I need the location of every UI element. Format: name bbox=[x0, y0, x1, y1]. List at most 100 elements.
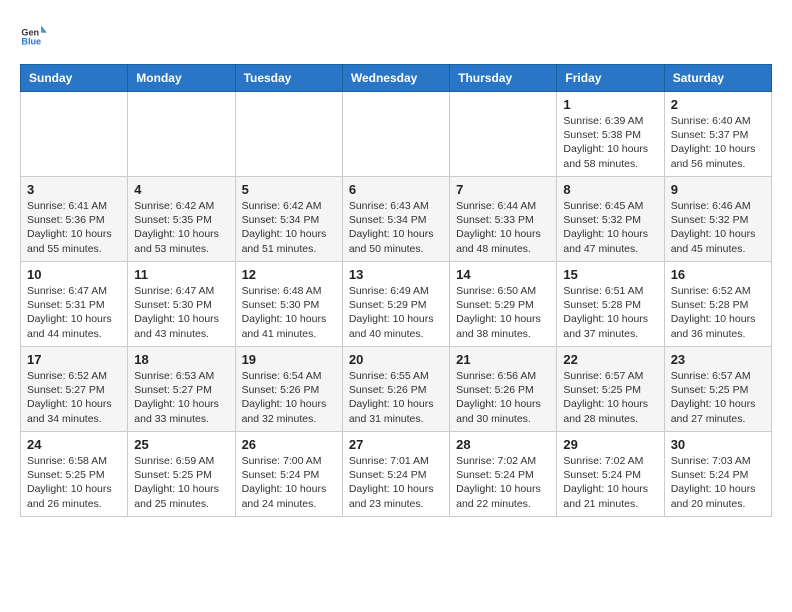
calendar-cell bbox=[235, 92, 342, 177]
day-number: 7 bbox=[456, 182, 550, 197]
day-number: 16 bbox=[671, 267, 765, 282]
day-info: Sunrise: 6:48 AMSunset: 5:30 PMDaylight:… bbox=[242, 284, 336, 341]
day-number: 19 bbox=[242, 352, 336, 367]
calendar-cell: 3 Sunrise: 6:41 AMSunset: 5:36 PMDaylight… bbox=[21, 177, 128, 262]
calendar-cell: 24 Sunrise: 6:58 AMSunset: 5:25 PMDayligh… bbox=[21, 432, 128, 517]
calendar-cell: 22 Sunrise: 6:57 AMSunset: 5:25 PMDayligh… bbox=[557, 347, 664, 432]
calendar-cell: 26 Sunrise: 7:00 AMSunset: 5:24 PMDayligh… bbox=[235, 432, 342, 517]
week-row-3: 10 Sunrise: 6:47 AMSunset: 5:31 PMDayligh… bbox=[21, 262, 772, 347]
calendar-cell bbox=[21, 92, 128, 177]
svg-text:Blue: Blue bbox=[21, 37, 41, 47]
day-number: 20 bbox=[349, 352, 443, 367]
calendar-cell: 12 Sunrise: 6:48 AMSunset: 5:30 PMDayligh… bbox=[235, 262, 342, 347]
day-info: Sunrise: 6:42 AMSunset: 5:34 PMDaylight:… bbox=[242, 199, 336, 256]
day-number: 27 bbox=[349, 437, 443, 452]
calendar-cell: 13 Sunrise: 6:49 AMSunset: 5:29 PMDayligh… bbox=[342, 262, 449, 347]
day-info: Sunrise: 6:47 AMSunset: 5:31 PMDaylight:… bbox=[27, 284, 121, 341]
day-info: Sunrise: 6:54 AMSunset: 5:26 PMDaylight:… bbox=[242, 369, 336, 426]
day-info: Sunrise: 6:58 AMSunset: 5:25 PMDaylight:… bbox=[27, 454, 121, 511]
day-number: 5 bbox=[242, 182, 336, 197]
day-info: Sunrise: 6:56 AMSunset: 5:26 PMDaylight:… bbox=[456, 369, 550, 426]
day-number: 9 bbox=[671, 182, 765, 197]
calendar-cell: 17 Sunrise: 6:52 AMSunset: 5:27 PMDayligh… bbox=[21, 347, 128, 432]
day-info: Sunrise: 6:57 AMSunset: 5:25 PMDaylight:… bbox=[563, 369, 657, 426]
day-number: 13 bbox=[349, 267, 443, 282]
calendar-cell: 25Sunrise: 6:59 AMSunset: 5:25 PMDayligh… bbox=[128, 432, 235, 517]
week-row-2: 3 Sunrise: 6:41 AMSunset: 5:36 PMDaylight… bbox=[21, 177, 772, 262]
calendar-cell: 18Sunrise: 6:53 AMSunset: 5:27 PMDayligh… bbox=[128, 347, 235, 432]
calendar-header: SundayMondayTuesdayWednesdayThursdayFrid… bbox=[21, 65, 772, 92]
day-number: 30 bbox=[671, 437, 765, 452]
calendar-cell: 11 Sunrise: 6:47 AMSunset: 5:30 PMDayligh… bbox=[128, 262, 235, 347]
day-info: Sunrise: 6:41 AMSunset: 5:36 PMDaylight:… bbox=[27, 199, 121, 256]
calendar-cell: 21 Sunrise: 6:56 AMSunset: 5:26 PMDayligh… bbox=[450, 347, 557, 432]
day-info: Sunrise: 6:52 AMSunset: 5:27 PMDaylight:… bbox=[27, 369, 121, 426]
calendar-cell: 27 Sunrise: 7:01 AMSunset: 5:24 PMDayligh… bbox=[342, 432, 449, 517]
day-number: 3 bbox=[27, 182, 121, 197]
calendar-body: 1 Sunrise: 6:39 AMSunset: 5:38 PMDaylight… bbox=[21, 92, 772, 517]
day-number: 10 bbox=[27, 267, 121, 282]
page-header: Gen Blue bbox=[20, 20, 772, 48]
day-info: Sunrise: 7:01 AMSunset: 5:24 PMDaylight:… bbox=[349, 454, 443, 511]
day-number: 17 bbox=[27, 352, 121, 367]
calendar-cell: 4 Sunrise: 6:42 AMSunset: 5:35 PMDaylight… bbox=[128, 177, 235, 262]
day-info: Sunrise: 6:55 AMSunset: 5:26 PMDaylight:… bbox=[349, 369, 443, 426]
calendar-cell: 19 Sunrise: 6:54 AMSunset: 5:26 PMDayligh… bbox=[235, 347, 342, 432]
calendar-cell: 7Sunrise: 6:44 AMSunset: 5:33 PMDaylight… bbox=[450, 177, 557, 262]
day-info: Sunrise: 7:00 AMSunset: 5:24 PMDaylight:… bbox=[242, 454, 336, 511]
day-number: 25 bbox=[134, 437, 228, 452]
calendar-cell: 28 Sunrise: 7:02 AMSunset: 5:24 PMDayligh… bbox=[450, 432, 557, 517]
day-number: 26 bbox=[242, 437, 336, 452]
day-info: Sunrise: 6:45 AMSunset: 5:32 PMDaylight:… bbox=[563, 199, 657, 256]
calendar-cell: 16 Sunrise: 6:52 AMSunset: 5:28 PMDayligh… bbox=[664, 262, 771, 347]
day-info: Sunrise: 7:02 AMSunset: 5:24 PMDaylight:… bbox=[456, 454, 550, 511]
day-number: 21 bbox=[456, 352, 550, 367]
day-info: Sunrise: 6:49 AMSunset: 5:29 PMDaylight:… bbox=[349, 284, 443, 341]
calendar-cell bbox=[128, 92, 235, 177]
day-info: Sunrise: 7:03 AMSunset: 5:24 PMDaylight:… bbox=[671, 454, 765, 511]
header-row: SundayMondayTuesdayWednesdayThursdayFrid… bbox=[21, 65, 772, 92]
calendar-cell bbox=[342, 92, 449, 177]
calendar-cell: 15Sunrise: 6:51 AMSunset: 5:28 PMDayligh… bbox=[557, 262, 664, 347]
day-number: 4 bbox=[134, 182, 228, 197]
day-info: Sunrise: 6:50 AMSunset: 5:29 PMDaylight:… bbox=[456, 284, 550, 341]
day-info: Sunrise: 6:46 AMSunset: 5:32 PMDaylight:… bbox=[671, 199, 765, 256]
week-row-4: 17 Sunrise: 6:52 AMSunset: 5:27 PMDayligh… bbox=[21, 347, 772, 432]
day-number: 15 bbox=[563, 267, 657, 282]
header-day-sunday: Sunday bbox=[21, 65, 128, 92]
day-info: Sunrise: 6:52 AMSunset: 5:28 PMDaylight:… bbox=[671, 284, 765, 341]
header-day-wednesday: Wednesday bbox=[342, 65, 449, 92]
day-number: 2 bbox=[671, 97, 765, 112]
calendar-cell: 8 Sunrise: 6:45 AMSunset: 5:32 PMDaylight… bbox=[557, 177, 664, 262]
day-number: 23 bbox=[671, 352, 765, 367]
calendar-cell: 9 Sunrise: 6:46 AMSunset: 5:32 PMDaylight… bbox=[664, 177, 771, 262]
day-number: 12 bbox=[242, 267, 336, 282]
calendar-cell: 1 Sunrise: 6:39 AMSunset: 5:38 PMDaylight… bbox=[557, 92, 664, 177]
day-number: 18 bbox=[134, 352, 228, 367]
calendar-cell: 6 Sunrise: 6:43 AMSunset: 5:34 PMDaylight… bbox=[342, 177, 449, 262]
logo: Gen Blue bbox=[20, 20, 52, 48]
day-number: 24 bbox=[27, 437, 121, 452]
calendar-cell: 2Sunrise: 6:40 AMSunset: 5:37 PMDaylight… bbox=[664, 92, 771, 177]
calendar-cell: 5 Sunrise: 6:42 AMSunset: 5:34 PMDaylight… bbox=[235, 177, 342, 262]
day-info: Sunrise: 7:02 AMSunset: 5:24 PMDaylight:… bbox=[563, 454, 657, 511]
day-number: 6 bbox=[349, 182, 443, 197]
calendar-cell: 23Sunrise: 6:57 AMSunset: 5:25 PMDayligh… bbox=[664, 347, 771, 432]
day-number: 29 bbox=[563, 437, 657, 452]
day-info: Sunrise: 6:43 AMSunset: 5:34 PMDaylight:… bbox=[349, 199, 443, 256]
day-number: 8 bbox=[563, 182, 657, 197]
day-info: Sunrise: 6:39 AMSunset: 5:38 PMDaylight:… bbox=[563, 114, 657, 171]
day-number: 1 bbox=[563, 97, 657, 112]
day-info: Sunrise: 6:47 AMSunset: 5:30 PMDaylight:… bbox=[134, 284, 228, 341]
header-day-saturday: Saturday bbox=[664, 65, 771, 92]
day-number: 11 bbox=[134, 267, 228, 282]
calendar-cell: 14Sunrise: 6:50 AMSunset: 5:29 PMDayligh… bbox=[450, 262, 557, 347]
week-row-1: 1 Sunrise: 6:39 AMSunset: 5:38 PMDaylight… bbox=[21, 92, 772, 177]
day-number: 22 bbox=[563, 352, 657, 367]
calendar-cell: 30 Sunrise: 7:03 AMSunset: 5:24 PMDayligh… bbox=[664, 432, 771, 517]
calendar-cell: 10 Sunrise: 6:47 AMSunset: 5:31 PMDayligh… bbox=[21, 262, 128, 347]
day-number: 28 bbox=[456, 437, 550, 452]
header-day-monday: Monday bbox=[128, 65, 235, 92]
day-info: Sunrise: 6:42 AMSunset: 5:35 PMDaylight:… bbox=[134, 199, 228, 256]
calendar-cell: 20 Sunrise: 6:55 AMSunset: 5:26 PMDayligh… bbox=[342, 347, 449, 432]
